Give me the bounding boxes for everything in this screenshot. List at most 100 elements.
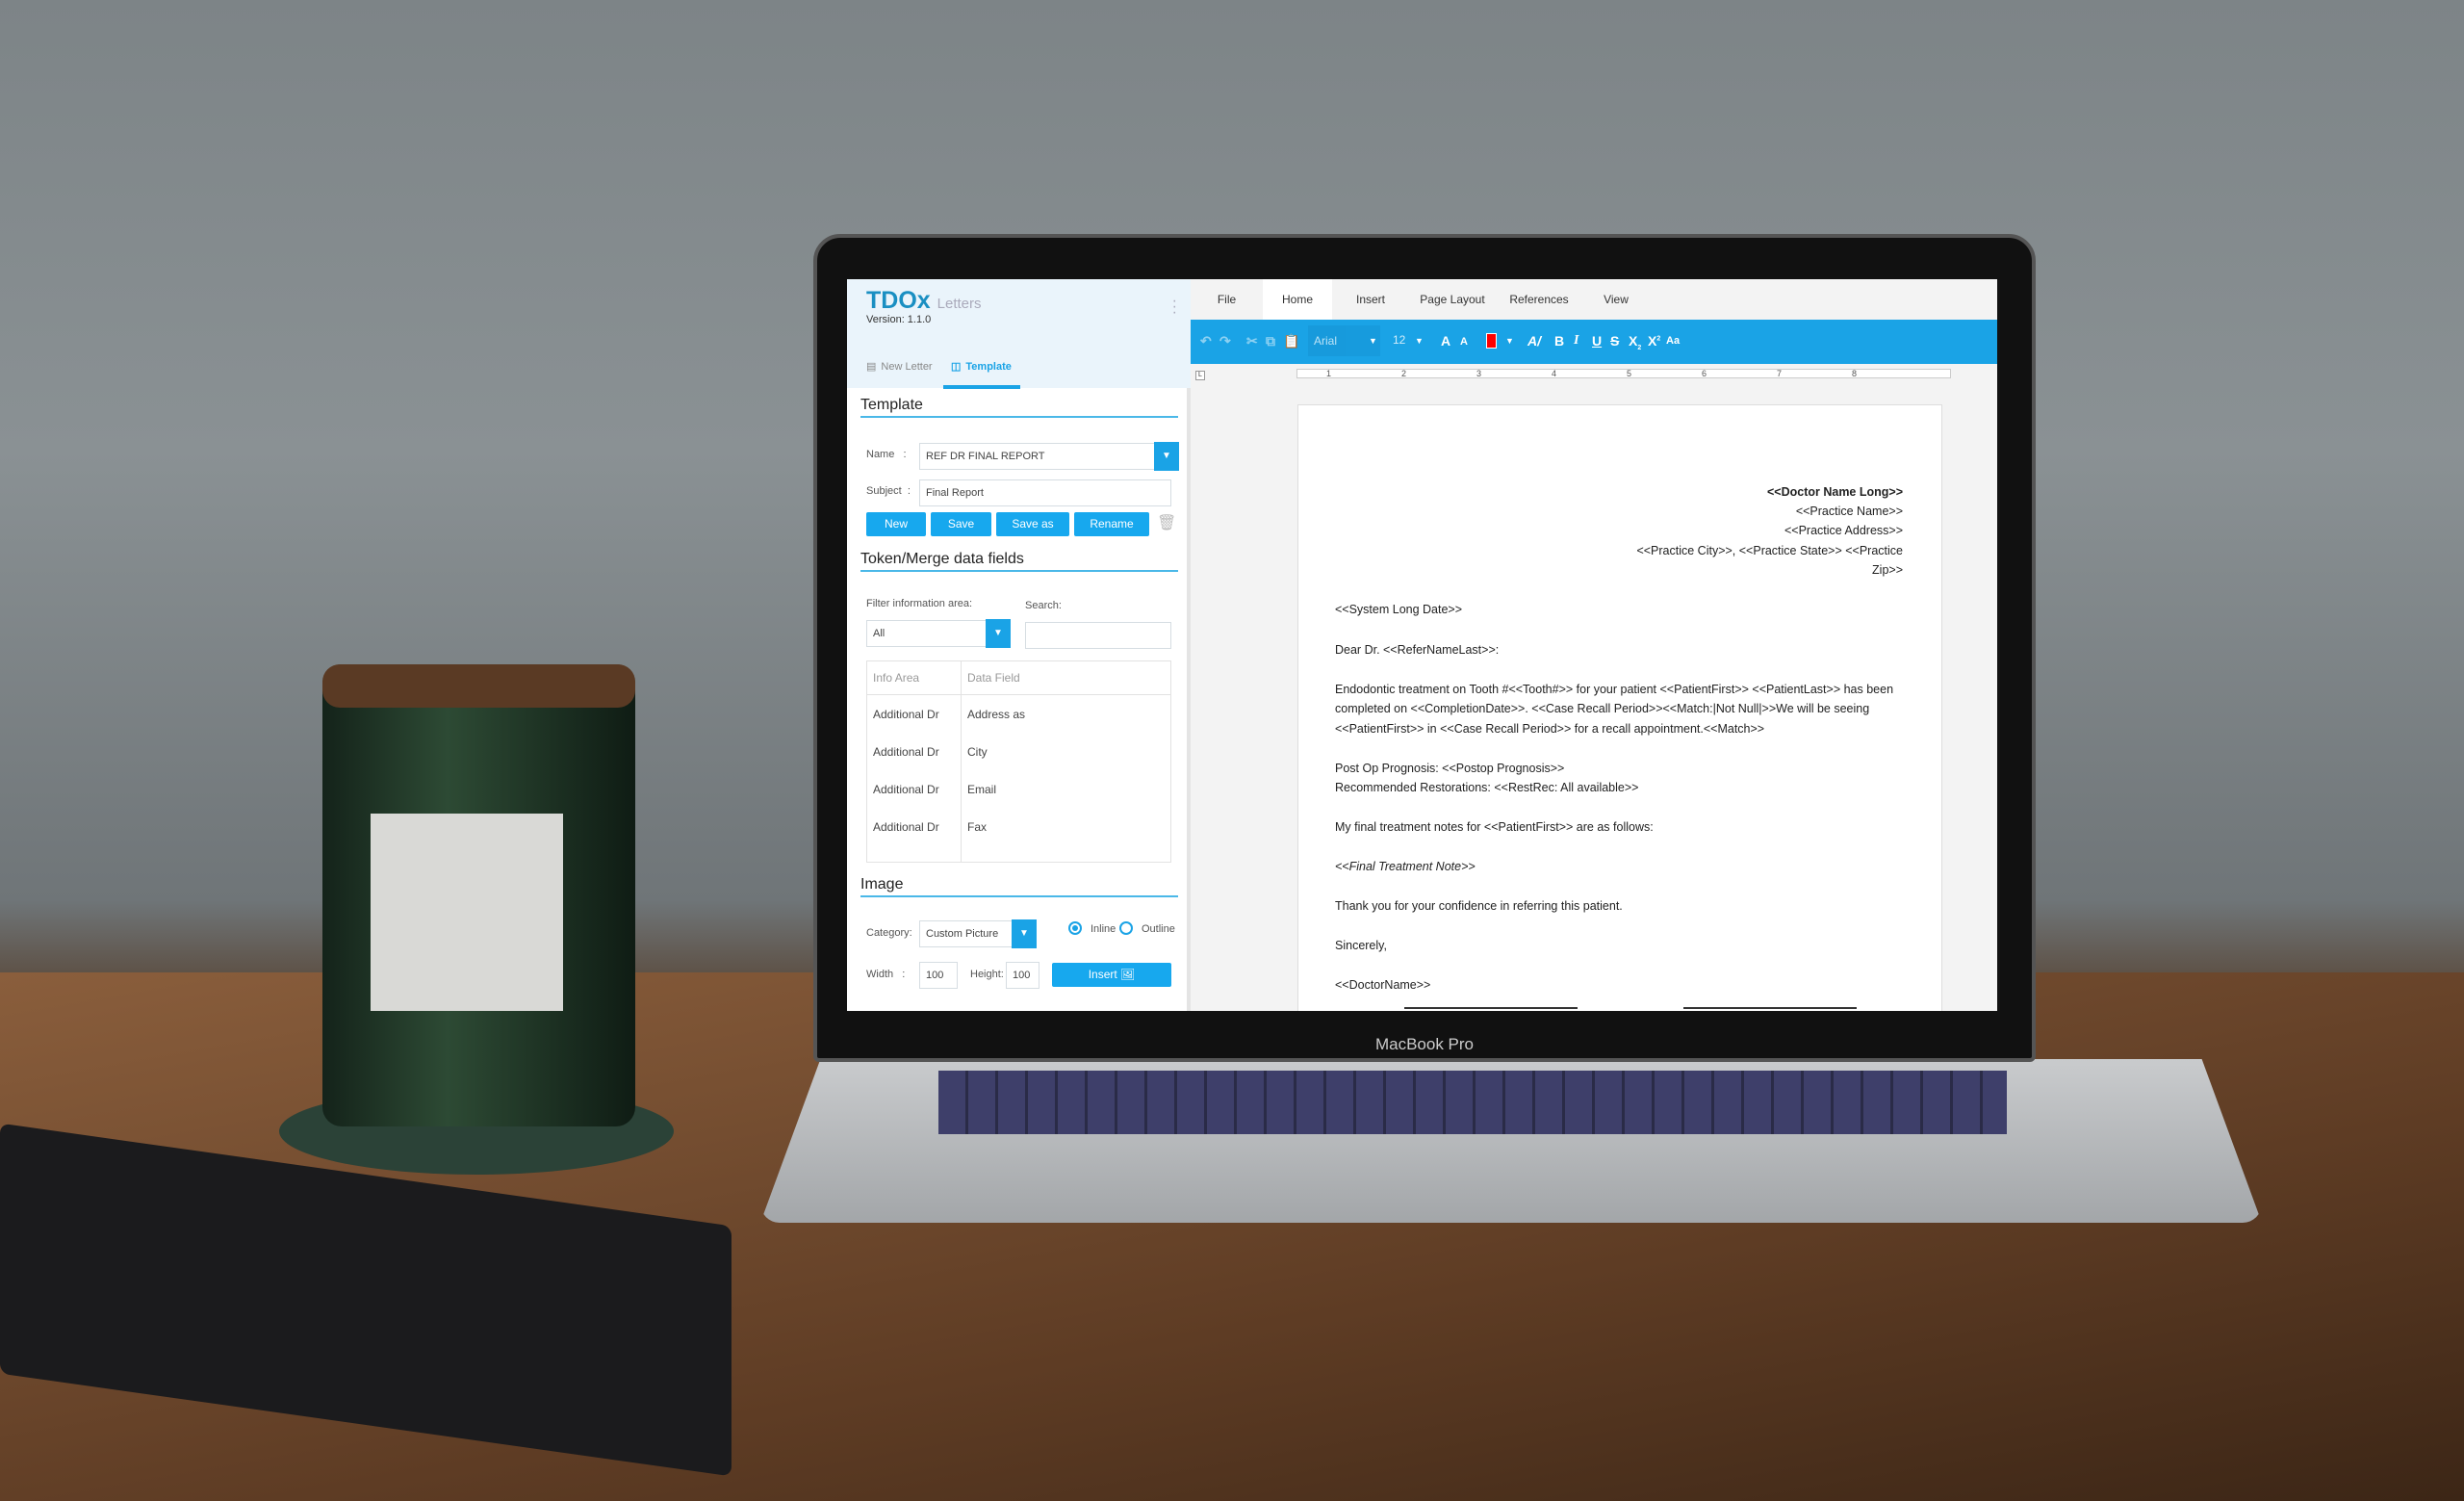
ruler-mark: 6 (1702, 369, 1707, 378)
template-icon: ◫ (951, 361, 962, 373)
document-page[interactable]: <<Doctor Name Long>> <<Practice Name>> <… (1297, 404, 1942, 1011)
cut-icon[interactable]: ✂ (1246, 333, 1258, 349)
search-input[interactable] (1025, 622, 1171, 649)
shrink-font-icon[interactable]: A (1460, 336, 1468, 348)
height-label: Height: (970, 969, 1004, 980)
keyboard (938, 1071, 2007, 1134)
menu-references[interactable]: References (1496, 279, 1582, 320)
signature-line (1683, 1007, 1857, 1009)
subscript-icon[interactable]: X2 (1629, 333, 1641, 351)
bold-icon[interactable]: B (1554, 333, 1564, 349)
screen: TDOx Letters Version: 1.1.0 · · · ▤ New Let… (847, 279, 1997, 1011)
letter-line: <<Doctor Name Long>> (1766, 485, 1903, 499)
menu-home[interactable]: Home (1263, 279, 1332, 320)
trash-icon[interactable]: 🗑 (1157, 513, 1176, 532)
redo-icon[interactable]: ↷ (1219, 333, 1231, 349)
image-heading: Image (860, 876, 1178, 897)
tab-label: New Letter (881, 360, 933, 373)
menu-page-layout[interactable]: Page Layout (1409, 279, 1496, 320)
letter-line: <<Practice Address>> (1784, 524, 1903, 537)
letter-signature: <<DoctorName>> (1335, 978, 1431, 992)
font-color-swatch[interactable] (1486, 333, 1497, 349)
new-button[interactable]: New (866, 512, 926, 536)
letter-closing: Sincerely, (1335, 939, 1387, 952)
height-input[interactable]: 100 (1006, 962, 1040, 989)
ruler-mark: 7 (1777, 369, 1783, 378)
candle-lid (322, 664, 635, 708)
filter-label: Filter information area: (866, 598, 973, 609)
ruler-mark: 5 (1627, 369, 1632, 378)
tab-new-letter[interactable]: ▤ New Letter (866, 360, 933, 374)
signature-line (1404, 1007, 1578, 1009)
paste-icon[interactable]: 📋 (1283, 333, 1299, 349)
logo-text: TDOx (866, 287, 931, 314)
save-as-button[interactable]: Save as (996, 512, 1069, 536)
candle-label (371, 814, 563, 1011)
chevron-down-icon[interactable]: ▼ (1369, 336, 1377, 346)
letter-line: Thank you for your confidence in referri… (1335, 899, 1623, 913)
editor: File Home Insert Page Layout References … (1191, 279, 1997, 1011)
ruler-mark: 2 (1401, 369, 1407, 378)
document-icon: ▤ (866, 361, 877, 373)
panel-header: TDOx Letters Version: 1.1.0 · · · ▤ New Let… (847, 279, 1191, 389)
letter-line: <<Practice Name>> (1795, 505, 1903, 518)
letter-line: completed on <<CompletionDate>>. <<Case … (1335, 702, 1870, 715)
clear-format-icon[interactable]: A/ (1527, 333, 1541, 349)
version: Version: 1.1.0 (866, 314, 932, 325)
save-button[interactable]: Save (931, 512, 991, 536)
letter-line: Post Op Prognosis: <<Postop Prognosis>> (1335, 762, 1565, 775)
letter-line: <<Final Treatment Note>> (1335, 860, 1476, 873)
letter-line: My final treatment notes for <<PatientFi… (1335, 820, 1654, 834)
filter-select[interactable]: All (866, 620, 987, 647)
strikethrough-icon[interactable]: S (1610, 333, 1619, 349)
category-select[interactable]: Custom Picture (919, 920, 1014, 947)
inline-label: Inline (1091, 923, 1116, 935)
column-header: Info Area (873, 671, 920, 685)
letter-salutation: Dear Dr. <<ReferNameLast>>: (1335, 643, 1500, 657)
superscript-icon[interactable]: X2 (1648, 333, 1660, 349)
ruler-mark: 4 (1552, 369, 1557, 378)
tab-template[interactable]: ◫ Template (951, 360, 1012, 374)
underline-icon[interactable]: U (1592, 333, 1602, 349)
chevron-down-icon[interactable]: ▼ (1505, 336, 1514, 346)
column-header: Data Field (967, 671, 1020, 685)
ruler-mark: 8 (1852, 369, 1858, 378)
width-label: Width : (866, 969, 906, 980)
copy-icon[interactable]: ⧉ (1266, 333, 1275, 349)
rename-button[interactable]: Rename (1074, 512, 1149, 536)
category-label: Category: (866, 927, 912, 939)
name-label: Name : (866, 449, 907, 460)
ruler[interactable]: 1 2 3 4 5 6 7 8 (1296, 369, 1951, 378)
logo-suffix: Letters (937, 296, 982, 312)
chevron-down-icon[interactable]: ▼ (1154, 442, 1179, 471)
outline-radio[interactable] (1119, 921, 1133, 935)
chevron-down-icon[interactable]: ▼ (1012, 919, 1037, 948)
chevron-down-icon[interactable]: ▼ (1415, 336, 1424, 346)
menu-insert[interactable]: Insert (1332, 279, 1409, 320)
tab-stop-icon[interactable]: L (1195, 371, 1205, 380)
token-table: Info Area Data Field Additional Dr Addres… (866, 660, 1171, 863)
font-size-select[interactable]: 12 (1393, 333, 1405, 347)
tab-label: Template (965, 360, 1012, 373)
insert-button[interactable]: Insert 🖼 (1052, 963, 1171, 987)
letter-line: <<PatientFirst>> in <<Case Recall Period… (1335, 722, 1765, 736)
chevron-down-icon[interactable]: ▼ (986, 619, 1011, 648)
subject-input[interactable]: Final Report (919, 479, 1171, 506)
width-input[interactable]: 100 (919, 962, 958, 989)
undo-icon[interactable]: ↶ (1200, 333, 1212, 349)
menu-file[interactable]: File (1191, 279, 1263, 320)
name-select[interactable]: REF DR FINAL REPORT (919, 443, 1155, 470)
search-label: Search: (1025, 600, 1062, 611)
table-header: Info Area Data Field (867, 661, 1170, 695)
column-divider (961, 661, 962, 862)
grow-font-icon[interactable]: A (1441, 333, 1450, 349)
letter-line: Recommended Restorations: <<RestRec: All… (1335, 781, 1639, 794)
app-logo: TDOx Letters (866, 287, 982, 315)
inline-radio[interactable] (1068, 921, 1082, 935)
menu-view[interactable]: View (1582, 279, 1650, 320)
outline-label: Outline (1142, 923, 1175, 935)
more-menu-icon[interactable]: · · · (1172, 294, 1177, 321)
letter-line: Endodontic treatment on Tooth #<<Tooth#>… (1335, 683, 1894, 696)
italic-icon[interactable]: I (1574, 333, 1578, 349)
change-case-icon[interactable]: Aa (1666, 335, 1680, 347)
